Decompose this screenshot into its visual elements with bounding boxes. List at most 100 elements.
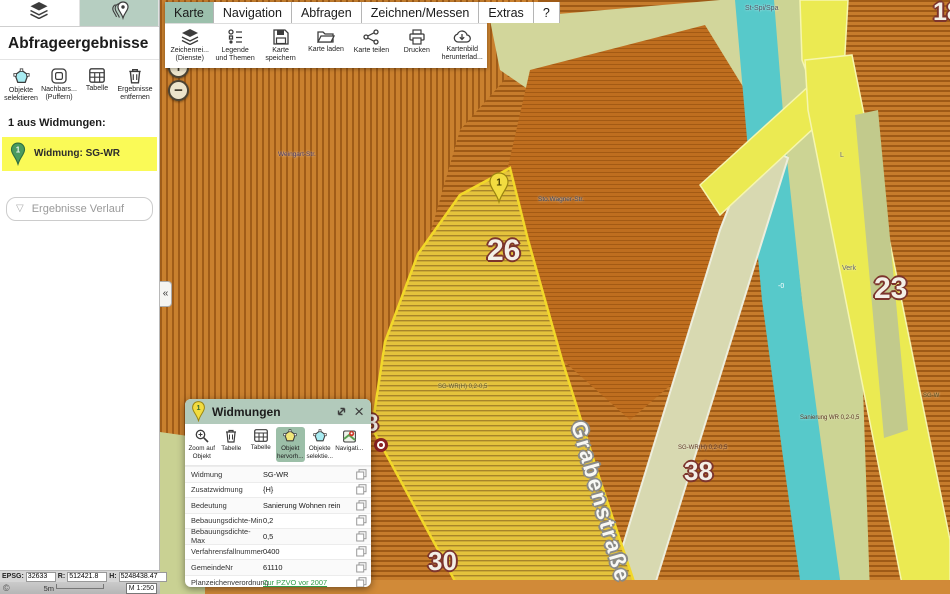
pzvo-link[interactable]: Zur PZVO vor 2007 [263, 578, 356, 587]
save-map-button[interactable]: Karte speichern [258, 27, 303, 66]
select-objects-icon [13, 68, 30, 85]
r-coordinate-input[interactable] [67, 572, 107, 582]
result-list-item[interactable]: 1 Widmung: SG-WR [2, 137, 157, 171]
table-icon [254, 429, 268, 442]
zone-label: Weingart-Str. [278, 151, 316, 158]
scale-bar [56, 584, 104, 589]
expand-icon[interactable] [335, 405, 348, 418]
copy-icon[interactable] [356, 500, 367, 511]
menu-tab-bar: Karte Navigation Abfragen Zeichnen/Messe… [165, 2, 487, 24]
share-map-button[interactable]: Karte teilen [349, 27, 394, 66]
menu-panel: Karte Navigation Abfragen Zeichnen/Messe… [165, 2, 487, 68]
h-coordinate-input[interactable] [119, 572, 167, 582]
legend-themes-button[interactable]: Legende und Themen [212, 27, 257, 66]
close-icon[interactable]: × [354, 403, 364, 420]
open-icon [317, 29, 335, 44]
coordinate-row: EPSG: R: H: [0, 570, 160, 582]
copy-icon[interactable] [356, 515, 367, 526]
parcel-number: 18 [933, 0, 950, 25]
sidebar-tab-bar [0, 0, 159, 27]
parcel-number: 30 [428, 548, 457, 574]
save-icon [273, 29, 289, 45]
table-row: Zusatzwidmung {H} [185, 482, 371, 498]
table-row: Verfahrensfallnummer 0400 [185, 544, 371, 560]
table-row: Bedeutung Sanierung Wohnen rein [185, 497, 371, 513]
zone-label: Verk [842, 265, 856, 272]
svg-text:1: 1 [196, 403, 200, 412]
epsg-input[interactable] [26, 572, 56, 582]
tab-layers[interactable] [0, 0, 80, 26]
tab-extras[interactable]: Extras [479, 2, 533, 23]
results-history-toggle[interactable]: ▽ Ergebnisse Verlauf [6, 197, 153, 221]
widmungen-popup: 1 Widmungen × Zoom auf Objekt Tabelle [185, 399, 371, 587]
zone-label: Sto.Wagner-Str. [538, 196, 584, 203]
print-button[interactable]: Drucken [394, 27, 439, 66]
status-bar: EPSG: R: H: © 5m M 1:250 [0, 570, 160, 594]
select-objects-icon [313, 429, 327, 443]
download-map-image-button[interactable]: Kartenbild herunterlad... [440, 27, 485, 66]
copy-icon[interactable] [356, 546, 367, 557]
scale-bar-label: 5m [44, 584, 54, 593]
copy-icon[interactable] [356, 469, 367, 480]
navigate-button[interactable]: Navigati... [335, 427, 365, 462]
result-pin-icon: 1 [10, 142, 26, 166]
table-row: Planzeichenverordnung Zur PZVO vor 2007 [185, 575, 371, 587]
copy-icon[interactable] [356, 562, 367, 573]
copy-icon[interactable] [356, 577, 367, 587]
tab-help[interactable]: ? [534, 2, 560, 23]
zone-label: Sanierung WR 0,2-0,5 [800, 415, 859, 421]
tab-navigation[interactable]: Navigation [214, 2, 292, 23]
highlight-object-icon [283, 429, 297, 443]
share-icon [363, 29, 379, 45]
table-button[interactable]: Tabelle [246, 427, 276, 462]
zoom-to-object-button[interactable]: Zoom auf Objekt [187, 427, 217, 462]
select-objects-button[interactable]: Objekte selektieren [2, 66, 40, 106]
page-title: Abfrageergebnisse [0, 27, 159, 60]
copy-icon[interactable] [356, 484, 367, 495]
trash-icon [128, 68, 142, 84]
results-sidebar: Abfrageergebnisse Objekte selektieren Na… [0, 0, 160, 594]
popup-pin-icon: 1 [191, 401, 206, 422]
remove-result-button[interactable]: Tabelle [217, 427, 247, 462]
table-row: Bebauungsdichte-Min 0,2 [185, 513, 371, 529]
copy-icon[interactable] [356, 531, 367, 542]
layers-icon [29, 2, 49, 24]
zone-label: SG-WR(H) 0,2-0,5 [438, 384, 487, 390]
tab-abfragen[interactable]: Abfragen [292, 2, 362, 23]
load-map-button[interactable]: Karte laden [303, 27, 348, 66]
tab-karte[interactable]: Karte [165, 2, 214, 23]
popup-toolbar: Zoom auf Objekt Tabelle Tabelle Objekt h… [185, 424, 371, 466]
buffer-icon [51, 68, 67, 84]
navigate-icon [343, 429, 356, 443]
zone-label: SG-W [923, 393, 939, 399]
select-objects-button[interactable]: Objekte selektie... [305, 427, 335, 462]
boundary-marker-icon [374, 438, 388, 452]
table-button[interactable]: Tabelle [78, 66, 116, 106]
buffer-neighbours-button[interactable]: Nachbars... (Puffern) [40, 66, 78, 106]
highlight-object-button[interactable]: Objekt hervorh... [276, 427, 306, 462]
map-scale: M 1:250 [126, 583, 157, 594]
history-label: Ergebnisse Verlauf [32, 203, 124, 215]
copyright-icon[interactable]: © [3, 583, 10, 593]
trash-icon [225, 429, 237, 443]
sidebar-collapse-handle[interactable]: « [160, 281, 172, 307]
svg-text:1: 1 [496, 178, 502, 189]
tab-zeichnen-messen[interactable]: Zeichnen/Messen [362, 2, 480, 23]
result-pin[interactable]: 1 [488, 172, 510, 204]
drawing-order-button[interactable]: Zeichenrei... (Dienste) [167, 27, 212, 66]
magnifier-plus-icon [195, 429, 209, 443]
layers-icon [181, 29, 199, 45]
popup-header[interactable]: 1 Widmungen × [185, 399, 371, 424]
parcel-number: 26 [487, 236, 520, 266]
table-row: Widmung SG-WR [185, 466, 371, 482]
table-row: Bebauungsdichte-Max 0,5 [185, 528, 371, 544]
table-row: GemeindeNr 61110 [185, 559, 371, 575]
remove-results-button[interactable]: Ergebnisse entfernen [116, 66, 154, 106]
zoom-out-button[interactable]: − [168, 80, 189, 101]
print-icon [409, 29, 425, 45]
table-icon [89, 68, 105, 83]
tab-query-results[interactable] [80, 0, 160, 26]
zone-label: SG-WR(H) 0,2-0,5 [678, 445, 727, 451]
popup-title: Widmungen [212, 405, 329, 419]
attribute-table: Widmung SG-WR Zusatzwidmung {H} Bedeutun… [185, 466, 371, 587]
